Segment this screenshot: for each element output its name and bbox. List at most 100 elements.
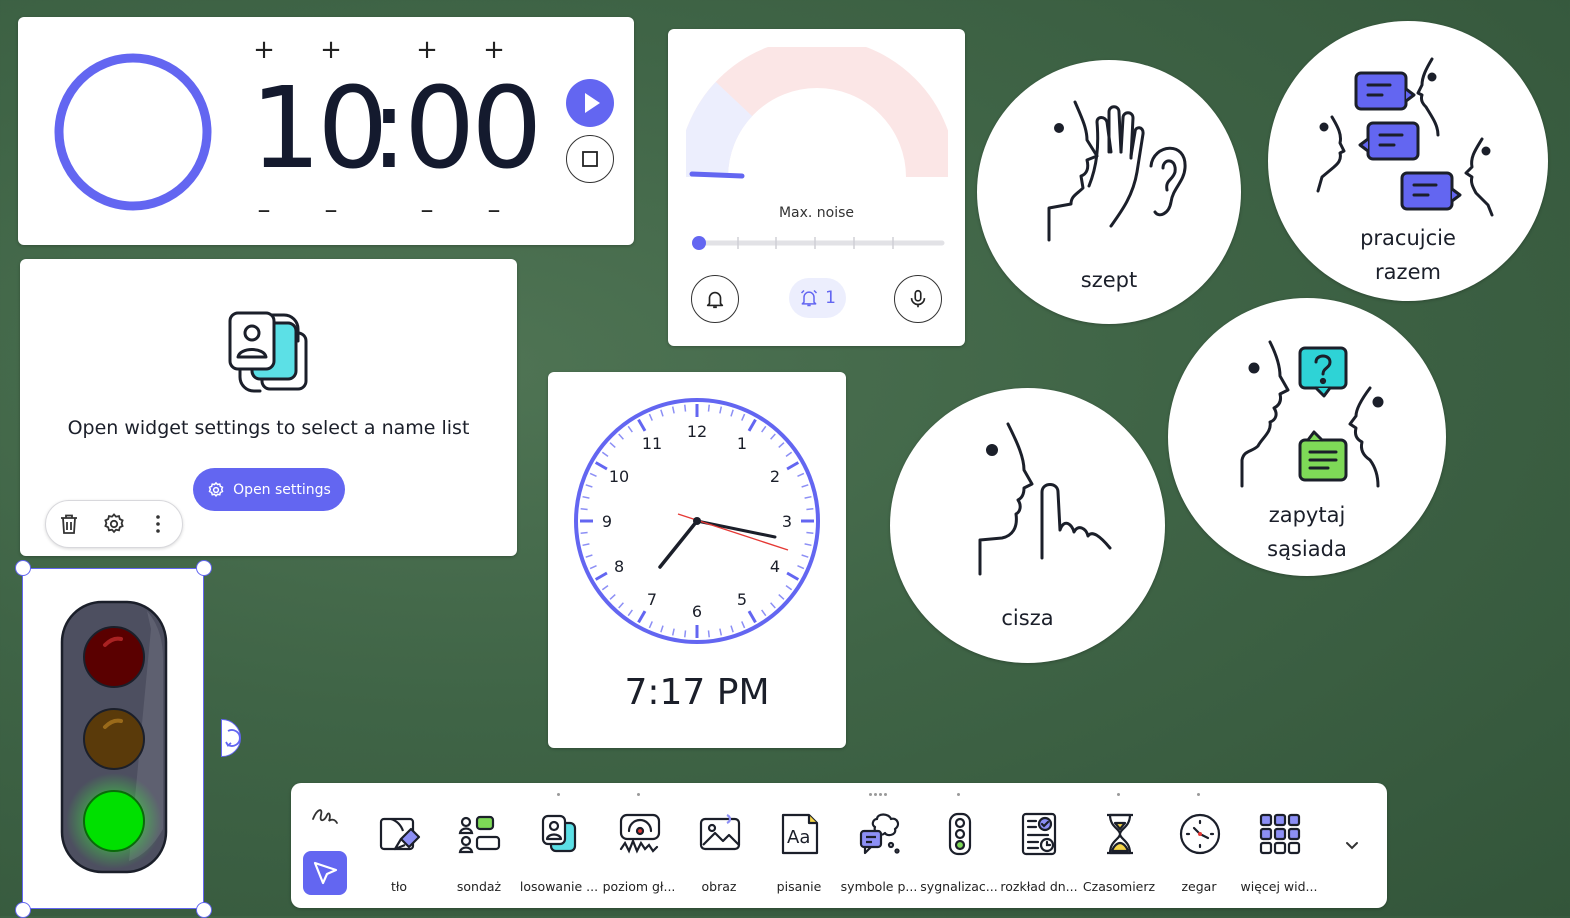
random-name-widget: Open widget settings to select a name li…: [20, 259, 517, 556]
toolbar-item-image[interactable]: obraz: [679, 783, 759, 915]
symbol-ask-neighbor-label-2: sąsiada: [1267, 537, 1347, 561]
toolbar-item-hourglass[interactable]: Czasomierz: [1079, 783, 1159, 915]
toolbar-item-more-widgets[interactable]: więcej wid...: [1239, 783, 1319, 915]
open-settings-button[interactable]: Open settings: [193, 468, 345, 511]
increase-seconds-tens-button[interactable]: +: [415, 35, 439, 65]
symbol-silence-label: cisza: [1001, 606, 1054, 630]
timer-seconds[interactable]: 00: [404, 73, 543, 185]
indicator-dot: [1116, 793, 1120, 796]
symbol-work-together-label-1: pracujcie: [1360, 226, 1456, 250]
toolbar-items: tło sondaż losowanie ... poziom gł... obraz A…: [359, 783, 1339, 908]
noise-gauge: [686, 47, 948, 179]
bell-icon: [706, 291, 724, 309]
play-icon: [585, 93, 600, 113]
toolbar-item-label: tło: [390, 879, 408, 894]
symbol-whisper[interactable]: szept: [977, 60, 1241, 324]
traffic-light-widget[interactable]: [22, 568, 204, 909]
rotate-handle[interactable]: [221, 719, 241, 757]
decrease-minutes-tens-button[interactable]: –: [252, 195, 276, 225]
toolbar-item-symbols[interactable]: symbole p...: [839, 783, 919, 915]
text-icon: Aa: [777, 811, 823, 857]
clock-number: 2: [770, 467, 780, 486]
clock-tick: [806, 531, 814, 534]
random-name-icon: [537, 811, 583, 857]
clock-number: 10: [609, 467, 629, 486]
alarm-sound-button[interactable]: [691, 275, 739, 323]
widget-toolbar: tło sondaż losowanie ... poziom gł... obraz A…: [291, 783, 1387, 908]
schedule-icon: [1017, 811, 1063, 857]
settings-gear-icon[interactable]: [102, 512, 126, 536]
play-button[interactable]: [566, 79, 614, 127]
select-tool-button[interactable]: [303, 851, 347, 895]
resize-handle-top-left[interactable]: [15, 560, 31, 576]
alert-count-badge[interactable]: 1: [789, 278, 846, 318]
clock-tick: [707, 630, 710, 638]
more-vertical-icon[interactable]: [146, 512, 170, 536]
stop-button[interactable]: [566, 135, 614, 183]
name-list-message: Open widget settings to select a name li…: [67, 417, 470, 439]
clock-number: 11: [642, 434, 662, 453]
symbol-silence[interactable]: cisza: [890, 388, 1165, 663]
max-noise-slider[interactable]: [688, 232, 946, 254]
clock-tick: [707, 404, 710, 412]
toolbar-item-poll[interactable]: sondaż: [439, 783, 519, 915]
microphone-icon: [910, 289, 926, 308]
increase-minutes-tens-button[interactable]: +: [252, 35, 276, 65]
symbols-icon: [857, 811, 903, 857]
clock-number: 1: [737, 434, 747, 453]
draw-icon[interactable]: [309, 801, 341, 833]
clock-number: 5: [737, 590, 747, 609]
clock-widget: 12 1 2 3 4 5 6 7 8 9 10 11 7:17 PM: [548, 372, 846, 748]
clock-icon: [1177, 811, 1223, 857]
toolbar-item-label: symbole p...: [840, 879, 918, 894]
indicator-dot: [636, 793, 640, 796]
timer-minutes[interactable]: 10: [250, 73, 389, 185]
toolbar-item-label: rozkład dn...: [1000, 879, 1078, 894]
indicator-dot: [869, 793, 872, 796]
indicator-dot: [1196, 793, 1200, 796]
toolbar-item-text[interactable]: Aa pisanie: [759, 783, 839, 915]
background-icon: [377, 811, 423, 857]
traffic-light-icon: [937, 811, 983, 857]
clock-tick: [684, 630, 687, 638]
noise-meter-widget: Max. noise 1: [668, 29, 965, 346]
symbol-work-together[interactable]: pracujcie razem: [1268, 21, 1548, 301]
clock-number: 6: [692, 602, 702, 621]
resize-handle-top-right[interactable]: [196, 560, 212, 576]
toolbar-item-noise-level[interactable]: poziom gł...: [599, 783, 679, 915]
toolbar-item-clock[interactable]: zegar: [1159, 783, 1239, 915]
clock-number: 4: [770, 557, 780, 576]
toolbar-item-label: sondaż: [456, 879, 502, 894]
microphone-button[interactable]: [894, 275, 942, 323]
toolbar-item-label: sygnalizac...: [920, 879, 998, 894]
symbol-ask-neighbor[interactable]: zapytaj sąsiada: [1168, 298, 1446, 576]
clock-tick: [580, 531, 588, 534]
toolbar-item-schedule[interactable]: rozkład dn...: [999, 783, 1079, 915]
clock-tick: [580, 508, 588, 511]
symbol-whisper-label: szept: [1080, 268, 1138, 292]
increase-minutes-ones-button[interactable]: +: [319, 35, 343, 65]
clock-number: 9: [602, 512, 612, 531]
yellow-light: [83, 708, 145, 770]
decrease-minutes-ones-button[interactable]: –: [319, 195, 343, 225]
noise-level-icon: [617, 811, 663, 857]
image-icon: [697, 811, 743, 857]
decrease-seconds-tens-button[interactable]: –: [415, 195, 439, 225]
increase-seconds-ones-button[interactable]: +: [482, 35, 506, 65]
toolbar-item-label: Czasomierz: [1082, 879, 1156, 894]
red-light: [83, 626, 145, 688]
clock-number: 12: [687, 422, 707, 441]
trash-icon[interactable]: [57, 512, 81, 536]
symbol-ask-neighbor-label-1: zapytaj: [1268, 503, 1346, 527]
more-widgets-icon: [1257, 811, 1303, 857]
toolbar-item-random-name[interactable]: losowanie ...: [519, 783, 599, 915]
traffic-light: [60, 600, 168, 874]
decrease-seconds-ones-button[interactable]: –: [482, 195, 506, 225]
silence-icon: [978, 422, 1112, 576]
toolbar-item-background[interactable]: tło: [359, 783, 439, 915]
toolbar-item-traffic-light[interactable]: sygnalizac...: [919, 783, 999, 915]
clock-tick: [684, 404, 687, 412]
chevron-down-icon[interactable]: [1341, 835, 1363, 857]
indicator-dot: [556, 793, 560, 796]
hourglass-icon: [1097, 811, 1143, 857]
